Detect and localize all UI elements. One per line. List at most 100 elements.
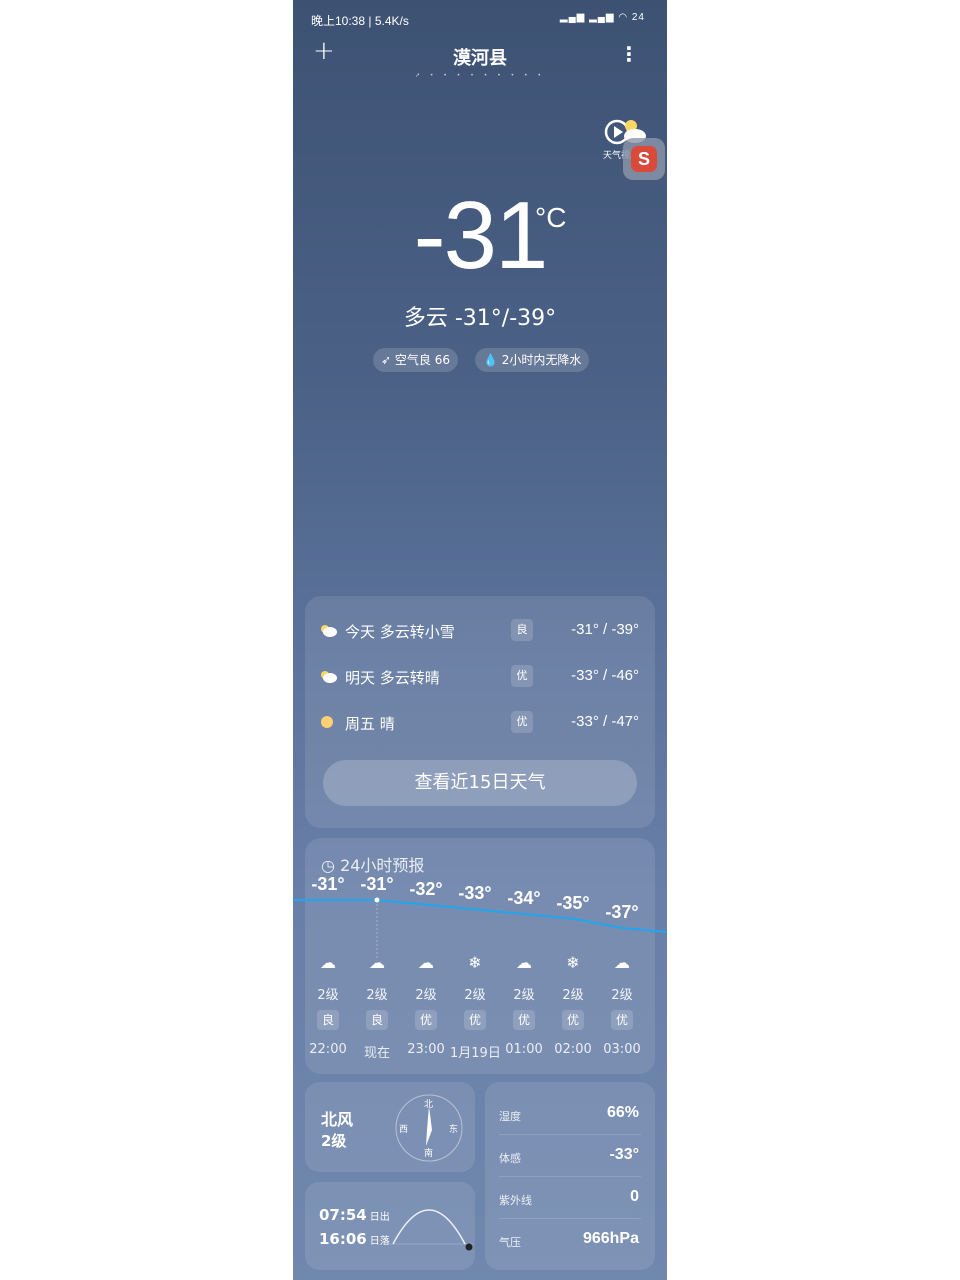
status-right: ▂▄▆ ▂▄▆ ◠ 24 [559,12,645,23]
divider [499,1176,641,1177]
cloudy-icon: ☁ [418,953,434,972]
hourly-wind: 2级 [611,988,633,1003]
hourly-aq-cell: 优 [548,1010,598,1030]
air-quality-text: 空气良 66 [394,353,450,367]
uv-label: 紫外线 [499,1194,532,1207]
snow-icon: ❄ [468,953,482,972]
drop-icon: 💧 [483,353,498,367]
hourly-time: 03:00 [603,1042,641,1057]
sun-arc-icon [389,1209,473,1251]
status-bar: 晚上10:38 | 5.4K/s ▂▄▆ ▂▄▆ ◠ 24 [293,10,667,30]
hourly-temp: -33° [458,883,492,904]
pressure-label: 气压 [499,1236,521,1249]
daily-aq-badge: 良 [511,619,533,641]
hourly-aq-cell: 良 [303,1010,353,1030]
daily-range: -33° / -46° [571,667,639,684]
hourly-wind: 2级 [415,988,437,1003]
hourly-temp: -35° [556,892,590,913]
hourly-aq-badge: 优 [513,1010,535,1030]
compass-south: 南 [424,1149,434,1159]
cloudy-icon: ☁ [614,953,630,972]
sun-icon [321,716,333,728]
hourly-time: 1月19日 [450,1046,501,1061]
daily-aq-badge: 优 [511,665,533,687]
hourly-time: 22:00 [309,1042,347,1057]
compass-east: 东 [449,1125,459,1135]
hourly-wind: 2级 [562,988,584,1003]
temperature-unit: °C [535,202,567,233]
hourly-temp: -32° [409,878,443,899]
cloudy-icon [321,625,337,637]
hourly-wind: 2级 [366,988,388,1003]
hourly-wind: 2级 [317,988,339,1003]
hourly-aq-cell: 优 [450,1010,500,1030]
hourly-aq-badge: 优 [562,1010,584,1030]
feels-like-value: -33° [609,1146,639,1163]
hourly-aq-cell: 良 [352,1010,402,1030]
sunset-label: 日落 [369,1236,390,1247]
hourly-temp: -34° [507,888,541,908]
daily-aq-badge: 优 [511,711,533,733]
precip-text: 2小时内无降水 [501,353,582,367]
hourly-time: 现在 [363,1046,390,1061]
cloudy-icon: ☁ [320,953,336,972]
daily-label: 明天 多云转晴 [345,669,440,687]
city-pager-dots[interactable]: ➚ • • • • • • • • • [293,72,667,79]
weather-app: 晚上10:38 | 5.4K/s ▂▄▆ ▂▄▆ ◠ 24 + 漠河县 ➚ • … [293,0,667,1280]
wind-direction: 北风 [321,1110,354,1129]
sunrise-time: 07:54 [319,1206,367,1224]
pressure-value: 966hPa [582,1230,639,1247]
hourly-aq-badge: 优 [415,1010,437,1030]
uv-value: 0 [630,1188,639,1205]
hourly-temp: -31° [311,874,345,894]
daily-label: 今天 多云转小雪 [345,623,455,641]
hourly-time: 01:00 [505,1042,543,1057]
snow-icon: ❄ [566,953,580,972]
sunset-time: 16:06 [319,1230,367,1248]
leaf-icon: ➶ [381,353,392,367]
hourly-temp: -31° [360,874,394,894]
compass-west: 西 [399,1125,409,1135]
city-title: 漠河县 [453,48,507,69]
hourly-aq-badge: 良 [317,1010,339,1030]
hourly-wind: 2级 [464,988,486,1003]
humidity-label: 湿度 [499,1110,521,1123]
daily-row-friday[interactable]: 周五 晴 优 -33° / -47° [319,709,639,739]
hourly-aq-cell: 优 [401,1010,451,1030]
daily-range: -33° / -47° [571,713,639,730]
daily-row-today[interactable]: 今天 多云转小雪 良 -31° / -39° [319,617,639,647]
sunrise-label: 日出 [369,1212,390,1223]
compass-north: 北 [424,1100,434,1110]
view-15-day-button[interactable]: 查看近15日天气 [323,760,637,806]
divider [499,1218,641,1219]
more-menu-button[interactable]: ⋮ [619,44,639,64]
hourly-aq-badge: 优 [464,1010,486,1030]
hourly-aq-cell: 优 [499,1010,549,1030]
divider [499,1134,641,1135]
cloudy-icon [321,671,337,683]
hourly-aq-cell: 优 [597,1010,647,1030]
wind-level: 2级 [321,1132,347,1150]
humidity-value: 66% [606,1104,639,1121]
hourly-time: 02:00 [554,1042,592,1057]
sunrise: 07:54 日出 [319,1206,390,1224]
now-marker-dot [374,897,380,903]
feels-like-label: 体感 [499,1152,521,1165]
daily-range: -31° / -39° [571,621,639,638]
daily-row-tomorrow[interactable]: 明天 多云转晴 优 -33° / -46° [319,663,639,693]
hourly-temp: -37° [605,902,639,922]
sunset: 16:06 日落 [319,1230,390,1248]
current-temperature: -31 [413,182,549,289]
status-left: 晚上10:38 | 5.4K/s [311,14,409,28]
hourly-aq-badge: 优 [611,1010,633,1030]
precip-pill[interactable]: 💧 2小时内无降水 [475,348,590,372]
current-summary: 多云 -31°/-39° [403,306,557,331]
hourly-aq-badge: 良 [366,1010,388,1030]
floating-app-icon[interactable]: S [631,146,657,172]
air-quality-pill[interactable]: ➶ 空气良 66 [373,348,458,372]
cloudy-icon: ☁ [516,953,532,972]
hourly-wind: 2级 [513,988,535,1003]
cloudy-icon: ☁ [369,953,385,972]
hourly-time: 23:00 [407,1042,445,1057]
daily-label: 周五 晴 [345,715,395,733]
